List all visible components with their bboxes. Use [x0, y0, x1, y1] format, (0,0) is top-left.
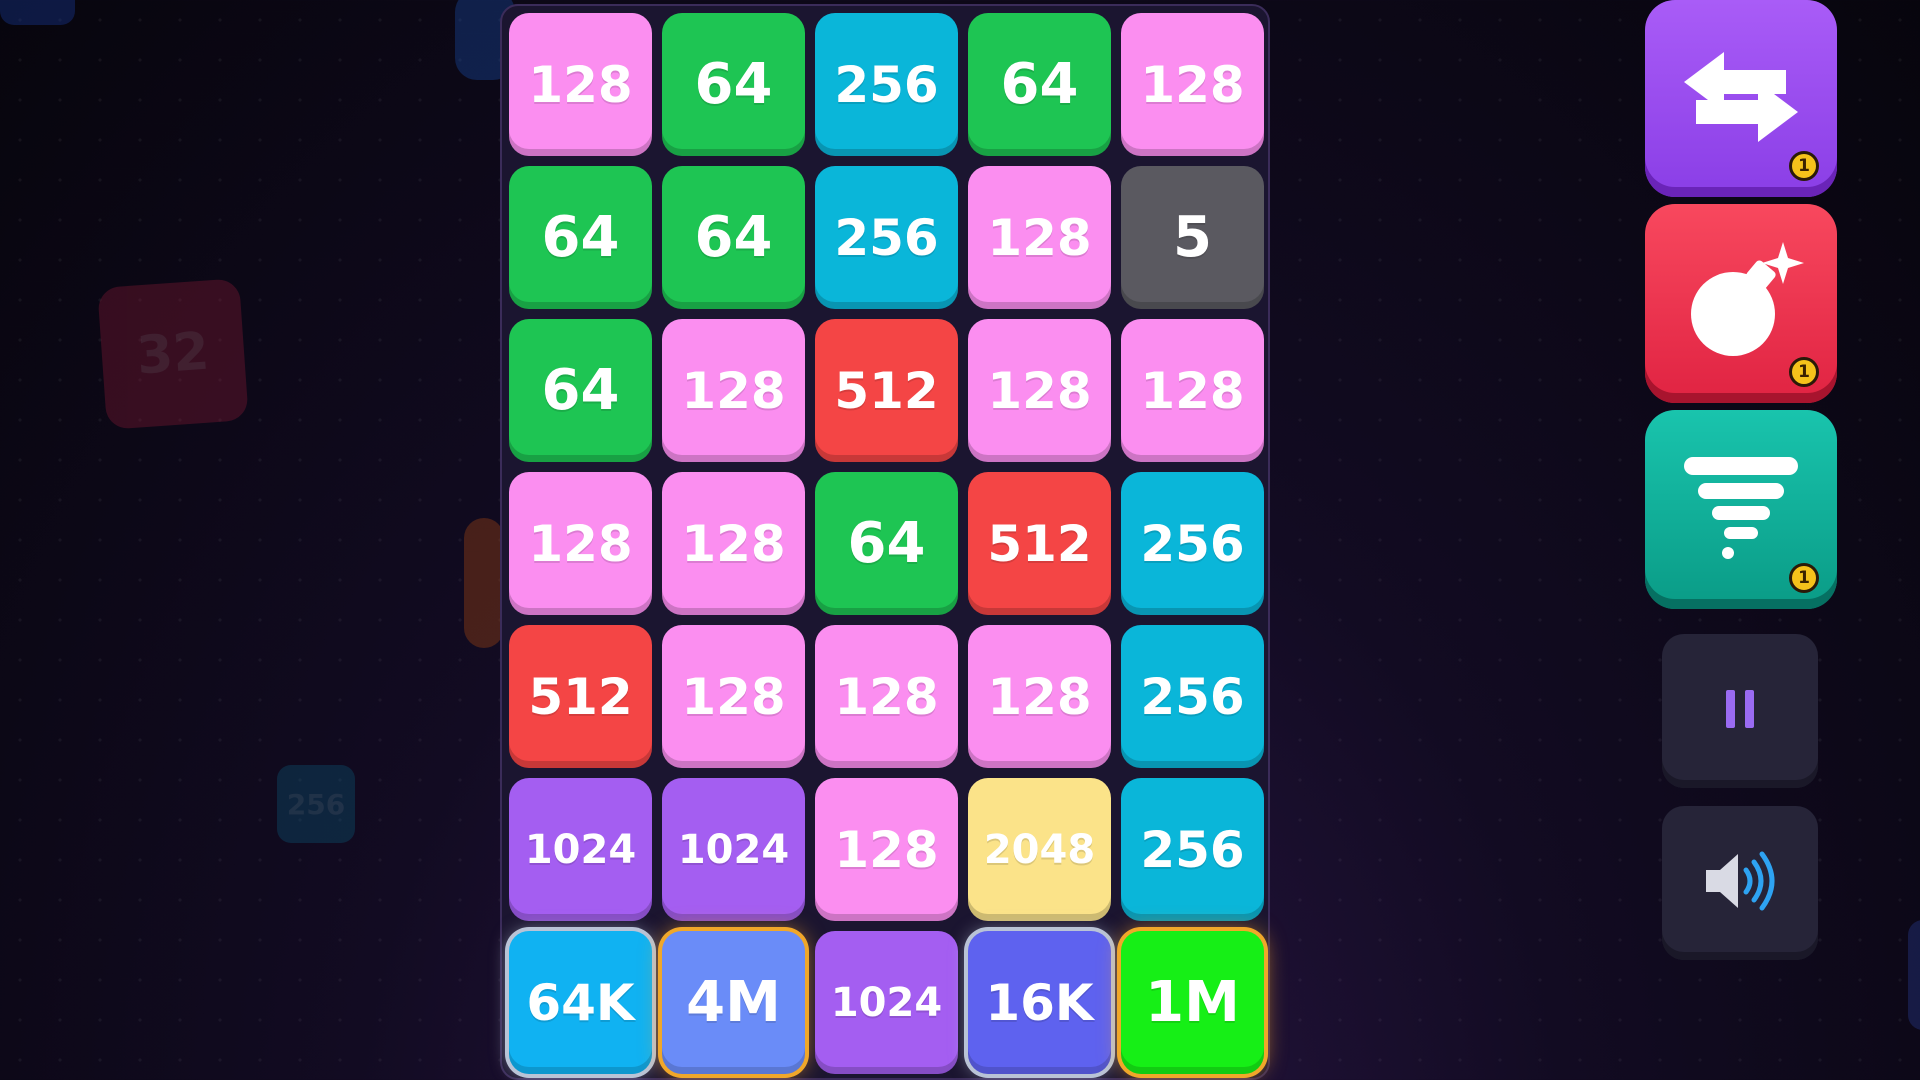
tile[interactable]: 64 [509, 319, 652, 462]
tile[interactable]: 128 [815, 778, 958, 921]
tile[interactable]: 128 [968, 319, 1111, 462]
background-tile [464, 518, 504, 648]
tile-value: 128 [1140, 361, 1245, 420]
swap-arrows-icon [1676, 42, 1806, 156]
tile-value: 128 [528, 514, 633, 573]
tile[interactable]: 256 [1121, 778, 1264, 921]
tile[interactable]: 512 [509, 625, 652, 768]
tile-value: 128 [1140, 55, 1245, 114]
tile[interactable]: 128 [968, 625, 1111, 768]
tile-value: 128 [681, 361, 786, 420]
pause-button[interactable] [1662, 634, 1818, 788]
tile[interactable]: 128 [662, 319, 805, 462]
tile[interactable]: 128 [662, 625, 805, 768]
background-tile [1908, 920, 1920, 1030]
swap-count-badge: 1 [1789, 151, 1819, 181]
bomb-powerup-button[interactable]: 1 [1645, 204, 1837, 403]
tile[interactable]: 256 [815, 166, 958, 309]
bomb-icon [1671, 232, 1811, 376]
tile[interactable]: 64 [968, 13, 1111, 156]
bomb-count-badge: 1 [1789, 357, 1819, 387]
tile[interactable]: 16K [968, 931, 1111, 1074]
tile[interactable]: 128 [509, 472, 652, 615]
tile[interactable]: 512 [815, 319, 958, 462]
tile[interactable]: 4M [662, 931, 805, 1074]
background-tile [0, 0, 75, 25]
tile-value: 128 [528, 55, 633, 114]
tile[interactable]: 128 [662, 472, 805, 615]
tile[interactable]: 256 [1121, 625, 1264, 768]
tile-value: 5 [1173, 205, 1212, 270]
tile-value: 512 [528, 667, 633, 726]
tile-value: 1024 [524, 826, 637, 873]
tile-value: 64 [694, 205, 773, 270]
tile-value: 64 [694, 52, 773, 117]
tornado-powerup-button[interactable]: 1 [1645, 410, 1837, 609]
tile-value: 64 [1000, 52, 1079, 117]
tile-value: 128 [681, 514, 786, 573]
tile-value: 64K [526, 973, 635, 1032]
tile-value: 128 [987, 208, 1092, 267]
tile-value: 64 [541, 205, 620, 270]
background-tile: 256 [277, 765, 355, 843]
tile[interactable]: 128 [509, 13, 652, 156]
tile[interactable]: 64K [509, 931, 652, 1074]
tile[interactable]: 256 [815, 13, 958, 156]
tile[interactable]: 1M [1121, 931, 1264, 1074]
tile[interactable]: 128 [1121, 13, 1264, 156]
tile-value: 128 [987, 361, 1092, 420]
tile[interactable]: 1024 [662, 778, 805, 921]
tile-value: 16K [985, 973, 1094, 1032]
background-tile: 32 [97, 278, 249, 430]
tornado-count-badge: 1 [1789, 563, 1819, 593]
tile[interactable]: 128 [1121, 319, 1264, 462]
tile[interactable]: 64 [815, 472, 958, 615]
background-tile-label: 32 [134, 321, 212, 387]
tile-value: 128 [834, 820, 939, 879]
tile-value: 128 [987, 667, 1092, 726]
tile[interactable]: 64 [662, 166, 805, 309]
tile[interactable]: 2048 [968, 778, 1111, 921]
tile-value: 1024 [677, 826, 790, 873]
tile-value: 1024 [830, 979, 943, 1026]
tile-value: 256 [1140, 820, 1245, 879]
tile[interactable]: 1024 [815, 931, 958, 1074]
tile-value: 256 [834, 55, 939, 114]
tile-value: 256 [1140, 514, 1245, 573]
game-board: 128 64 256 64 128 64 64 256 128 5 64 128 512 128 128 12… [500, 4, 1270, 1080]
tile[interactable]: 128 [968, 166, 1111, 309]
pause-icon [1720, 684, 1760, 738]
tile-value: 256 [1140, 667, 1245, 726]
tile-value: 64 [541, 358, 620, 423]
speaker-icon [1700, 846, 1780, 920]
tile[interactable]: 128 [815, 625, 958, 768]
tile[interactable]: 64 [662, 13, 805, 156]
tile-value: 1M [1145, 970, 1240, 1035]
tile[interactable]: 64 [509, 166, 652, 309]
tile-value: 512 [987, 514, 1092, 573]
tile-value: 64 [847, 511, 926, 576]
sound-button[interactable] [1662, 806, 1818, 960]
tile-value: 512 [834, 361, 939, 420]
swap-powerup-button[interactable]: 1 [1645, 0, 1837, 197]
tile[interactable]: 256 [1121, 472, 1264, 615]
tile[interactable]: 512 [968, 472, 1111, 615]
tile-value: 128 [681, 667, 786, 726]
tile-value: 2048 [983, 826, 1096, 873]
tile[interactable]: 5 [1121, 166, 1264, 309]
tile[interactable]: 1024 [509, 778, 652, 921]
background-tile-label: 256 [286, 787, 346, 821]
tile-value: 4M [686, 970, 781, 1035]
tile-value: 128 [834, 667, 939, 726]
tile-value: 256 [834, 208, 939, 267]
tornado-icon [1676, 443, 1806, 577]
